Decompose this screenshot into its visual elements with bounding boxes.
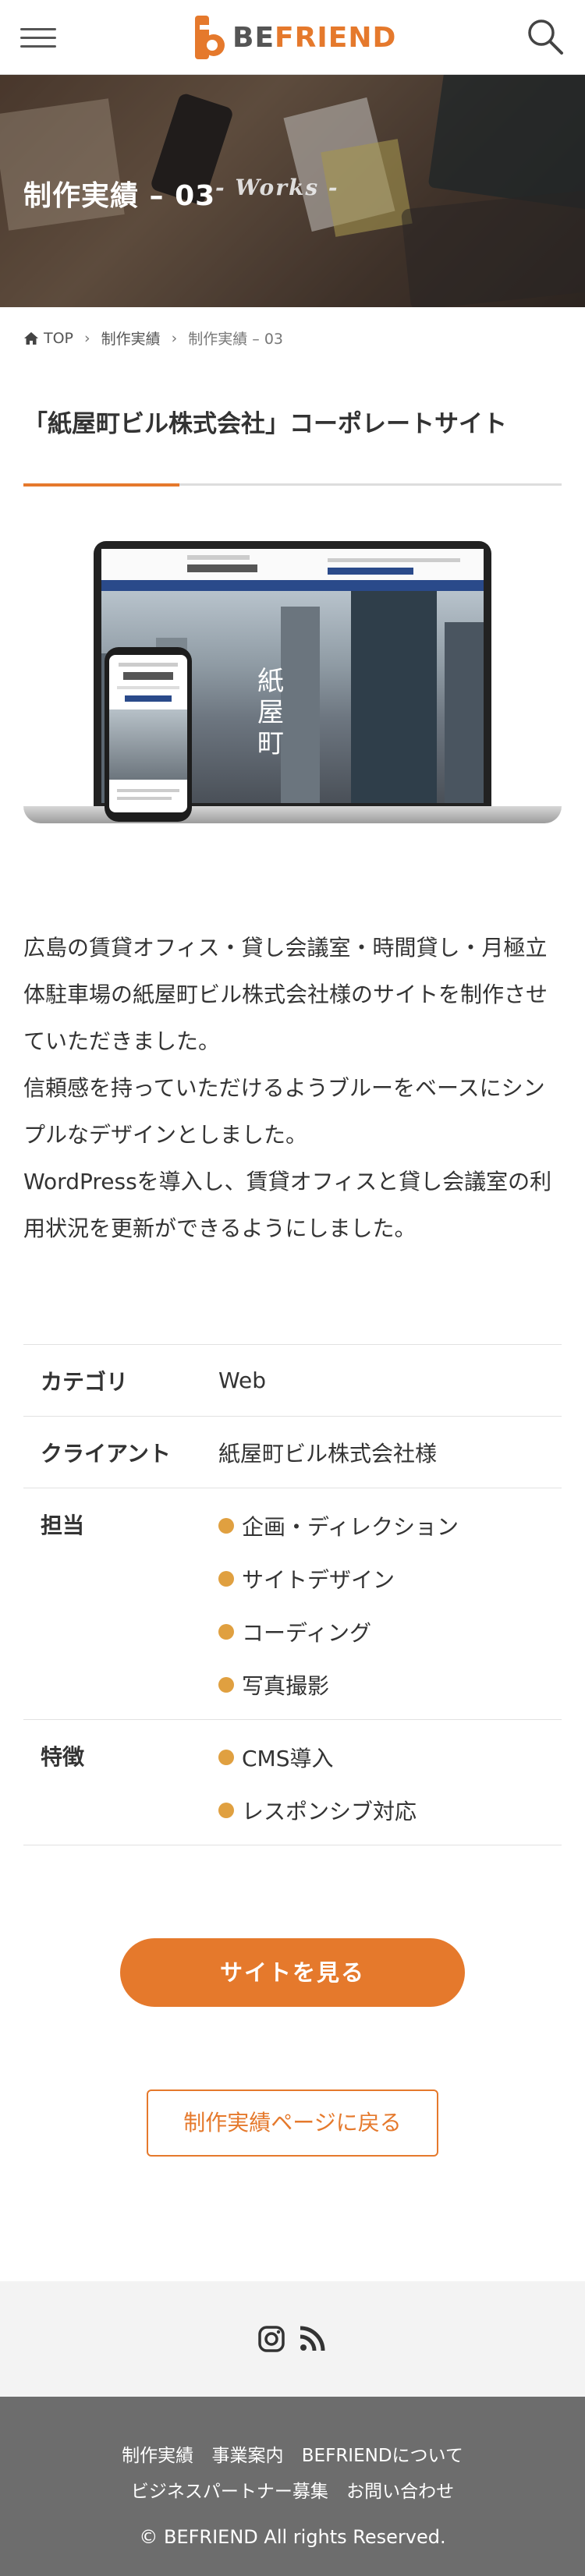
- search-button[interactable]: [526, 17, 566, 58]
- bullet-dot-icon: [218, 1571, 234, 1587]
- rss-icon[interactable]: [298, 2325, 326, 2353]
- site-header: BEFRIEND: [0, 0, 585, 75]
- view-site-button[interactable]: サイトを見る: [120, 1938, 465, 2007]
- project-info-table: カテゴリ Web クライアント 紙屋町ビル株式会社様 担当 企画・ディレクション…: [23, 1344, 562, 1845]
- roles-list: 企画・ディレクション サイトデザイン コーディング 写真撮影: [218, 1510, 562, 1700]
- site-logo[interactable]: BEFRIEND: [195, 14, 396, 61]
- breadcrumb-works[interactable]: 制作実績: [101, 327, 161, 349]
- search-icon: [528, 19, 563, 55]
- breadcrumb-top[interactable]: TOP: [44, 330, 73, 347]
- client-label: クライアント: [41, 1440, 171, 1467]
- description-paragraph: 信頼感を持っていただけるようブルーをベースにシンプルなデザインとしました。: [23, 1075, 545, 1148]
- back-to-works-button[interactable]: 制作実績ページに戻る: [147, 2089, 438, 2157]
- chevron-right-icon: ›: [84, 329, 90, 347]
- description-paragraph: WordPressを導入し、賃貸オフィスと貸し会議室の利用状況を更新ができるよう…: [23, 1169, 552, 1241]
- bullet-dot-icon: [218, 1518, 234, 1534]
- features-list: CMS導入 レスポンシブ対応: [218, 1742, 562, 1826]
- logo-text-friend: FRIEND: [275, 21, 397, 54]
- footer-link-services[interactable]: 事業案内: [211, 2446, 283, 2466]
- social-links: [0, 2281, 585, 2397]
- hero-banner: 制作実績 – 03 - Works -: [0, 75, 585, 307]
- list-item: 写真撮影: [218, 1669, 562, 1700]
- logo-text: BEFRIEND: [232, 22, 396, 54]
- footer-nav-row-2: ビジネスパートナー募集 お問い合わせ: [0, 2476, 585, 2503]
- features-label: 特徴: [41, 1744, 85, 1770]
- footer-link-works[interactable]: 制作実績: [122, 2446, 193, 2466]
- bullet-dot-icon: [218, 1750, 234, 1765]
- list-item: サイトデザイン: [218, 1563, 562, 1594]
- hamburger-menu-icon[interactable]: [20, 23, 58, 51]
- hero-subtitle: - Works -: [215, 175, 339, 200]
- copyright-text: © BEFRIEND All rights Reserved.: [139, 2526, 446, 2548]
- instagram-icon[interactable]: [257, 2325, 285, 2353]
- footer-nav-row-1: 制作実績 事業案内 BEFRIENDについて: [0, 2440, 585, 2467]
- mockup-phone-screen: [109, 655, 187, 812]
- info-row-client: クライアント 紙屋町ビル株式会社様: [23, 1417, 562, 1488]
- logo-mark-icon: [195, 16, 225, 59]
- chevron-right-icon: ›: [171, 329, 178, 347]
- home-icon: [24, 331, 38, 345]
- info-row-features: 特徴 CMS導入 レスポンシブ対応: [23, 1720, 562, 1845]
- client-value: 紙屋町ビル株式会社様: [218, 1440, 438, 1467]
- mockup-hero-kanji: 紙屋町: [257, 666, 284, 759]
- bullet-dot-icon: [218, 1803, 234, 1818]
- device-mockup-image: 紙屋町: [23, 538, 562, 834]
- description-paragraph: 広島の賃貸オフィス・貸し会議室・時間貸し・月極立体駐車場の紙屋町ビル株式会社様の…: [23, 935, 548, 1054]
- bullet-dot-icon: [218, 1624, 234, 1640]
- footer-link-partner[interactable]: ビジネスパートナー募集: [131, 2482, 328, 2502]
- footer-link-contact[interactable]: お問い合わせ: [346, 2482, 454, 2502]
- footer-link-about[interactable]: BEFRIENDについて: [302, 2446, 463, 2466]
- list-item: コーディング: [218, 1616, 562, 1647]
- bullet-dot-icon: [218, 1677, 234, 1693]
- breadcrumb: TOP › 制作実績 › 制作実績 – 03: [23, 327, 283, 349]
- category-label: カテゴリ: [41, 1368, 129, 1395]
- info-row-roles: 担当 企画・ディレクション サイトデザイン コーディング 写真撮影: [23, 1488, 562, 1720]
- title-divider-accent: [23, 483, 179, 487]
- project-description: 広島の賃貸オフィス・貸し会議室・時間貸し・月極立体駐車場の紙屋町ビル株式会社様の…: [23, 925, 562, 1252]
- list-item: レスポンシブ対応: [218, 1795, 562, 1826]
- category-value: Web: [218, 1368, 267, 1393]
- roles-label: 担当: [41, 1513, 85, 1538]
- list-item: 企画・ディレクション: [218, 1510, 562, 1541]
- logo-text-be: BE: [232, 21, 275, 54]
- breadcrumb-current: 制作実績 – 03: [188, 331, 284, 348]
- project-title: 「紙屋町ビル株式会社」コーポレートサイト: [23, 410, 507, 438]
- list-item: CMS導入: [218, 1742, 562, 1773]
- site-footer: 制作実績 事業案内 BEFRIENDについて ビジネスパートナー募集 お問い合わ…: [0, 2397, 585, 2576]
- hero-title: 制作実績 – 03: [23, 180, 216, 212]
- info-row-category: カテゴリ Web: [23, 1345, 562, 1417]
